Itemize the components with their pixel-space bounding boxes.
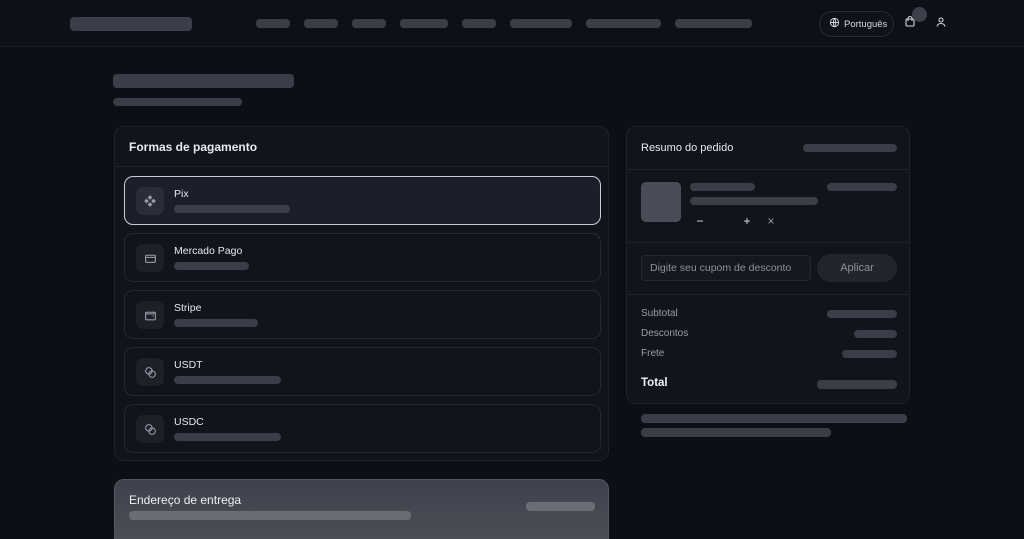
nav-link-placeholder[interactable] [304, 19, 338, 28]
payment-method-name: USDC [174, 416, 204, 428]
page-title-placeholder [113, 74, 294, 88]
item-count-placeholder [803, 144, 897, 152]
payment-methods-title: Formas de pagamento [115, 127, 608, 167]
product-thumbnail [641, 182, 681, 222]
shipping-label: Frete [641, 348, 665, 359]
payment-method-pix[interactable]: Pix [124, 176, 601, 225]
close-icon: × [767, 214, 775, 228]
plus-icon: + [743, 214, 751, 228]
remove-item-button[interactable]: × [762, 212, 780, 230]
total-value-placeholder [817, 380, 897, 389]
shipping-edit-placeholder[interactable] [526, 502, 595, 511]
nav-link-placeholder[interactable] [462, 19, 496, 28]
order-summary-title: Resumo do pedido [641, 142, 734, 154]
total-label: Total [641, 377, 668, 389]
payment-method-description-placeholder [174, 319, 258, 327]
summary-note-placeholder [641, 428, 831, 437]
payment-method-description-placeholder [174, 262, 249, 270]
nav-link-placeholder[interactable] [400, 19, 448, 28]
payment-method-stripe[interactable]: Stripe [124, 290, 601, 339]
cart-item: − + × [627, 170, 909, 243]
apply-coupon-button[interactable]: Aplicar [817, 254, 897, 282]
globe-icon [829, 17, 840, 31]
product-variant-placeholder [690, 197, 818, 205]
payment-method-name: Pix [174, 188, 189, 200]
order-summary-header: Resumo do pedido [627, 127, 909, 170]
shipping-address-title: Endereço de entrega [129, 493, 242, 507]
logo-placeholder[interactable] [70, 17, 192, 31]
user-icon [935, 15, 947, 33]
shipping-address-placeholder [129, 511, 411, 520]
language-label: Português [844, 18, 888, 30]
payment-method-name: USDT [174, 359, 203, 371]
discounts-value-placeholder [854, 330, 897, 338]
pix-icon [136, 187, 164, 215]
shipping-value-placeholder [842, 350, 897, 358]
language-selector[interactable]: Português [819, 11, 894, 37]
coupon-input[interactable] [641, 255, 811, 281]
coins-icon [136, 415, 164, 443]
top-header: Português [0, 0, 1024, 47]
nav-link-placeholder[interactable] [256, 19, 290, 28]
product-price-placeholder [827, 183, 897, 191]
increase-quantity-button[interactable]: + [738, 212, 756, 230]
account-button[interactable] [934, 16, 948, 31]
wallet-icon [136, 301, 164, 329]
card-icon [136, 244, 164, 272]
payment-method-usdc[interactable]: USDC [124, 404, 601, 453]
summary-note-placeholder [641, 414, 907, 423]
subtotal-label: Subtotal [641, 308, 678, 319]
payment-method-name: Stripe [174, 302, 202, 314]
payment-method-description-placeholder [174, 205, 290, 213]
payment-method-name: Mercado Pago [174, 245, 243, 257]
nav-link-placeholder[interactable] [352, 19, 386, 28]
coins-icon [136, 358, 164, 386]
payment-method-mercado-pago[interactable]: Mercado Pago [124, 233, 601, 282]
cart-count-badge [912, 7, 927, 22]
nav-link-placeholder[interactable] [675, 19, 752, 28]
subtotal-value-placeholder [827, 310, 897, 318]
order-summary-card: Resumo do pedido − + × Aplicar Subtotal … [626, 126, 910, 404]
payment-method-description-placeholder [174, 433, 281, 441]
payment-method-usdt[interactable]: USDT [124, 347, 601, 396]
payment-methods-card: Formas de pagamento Pix Mercado Pago Str… [114, 126, 609, 461]
payment-method-description-placeholder [174, 376, 281, 384]
coupon-section: Aplicar [627, 243, 909, 295]
page-subtitle-placeholder [113, 98, 242, 106]
decrease-quantity-button[interactable]: − [691, 212, 709, 230]
product-name-placeholder [690, 183, 755, 191]
minus-icon: − [696, 214, 704, 228]
nav-link-placeholder[interactable] [586, 19, 661, 28]
discounts-label: Descontos [641, 328, 689, 339]
shipping-address-card[interactable]: Endereço de entrega [114, 479, 609, 539]
nav-link-placeholder[interactable] [510, 19, 572, 28]
